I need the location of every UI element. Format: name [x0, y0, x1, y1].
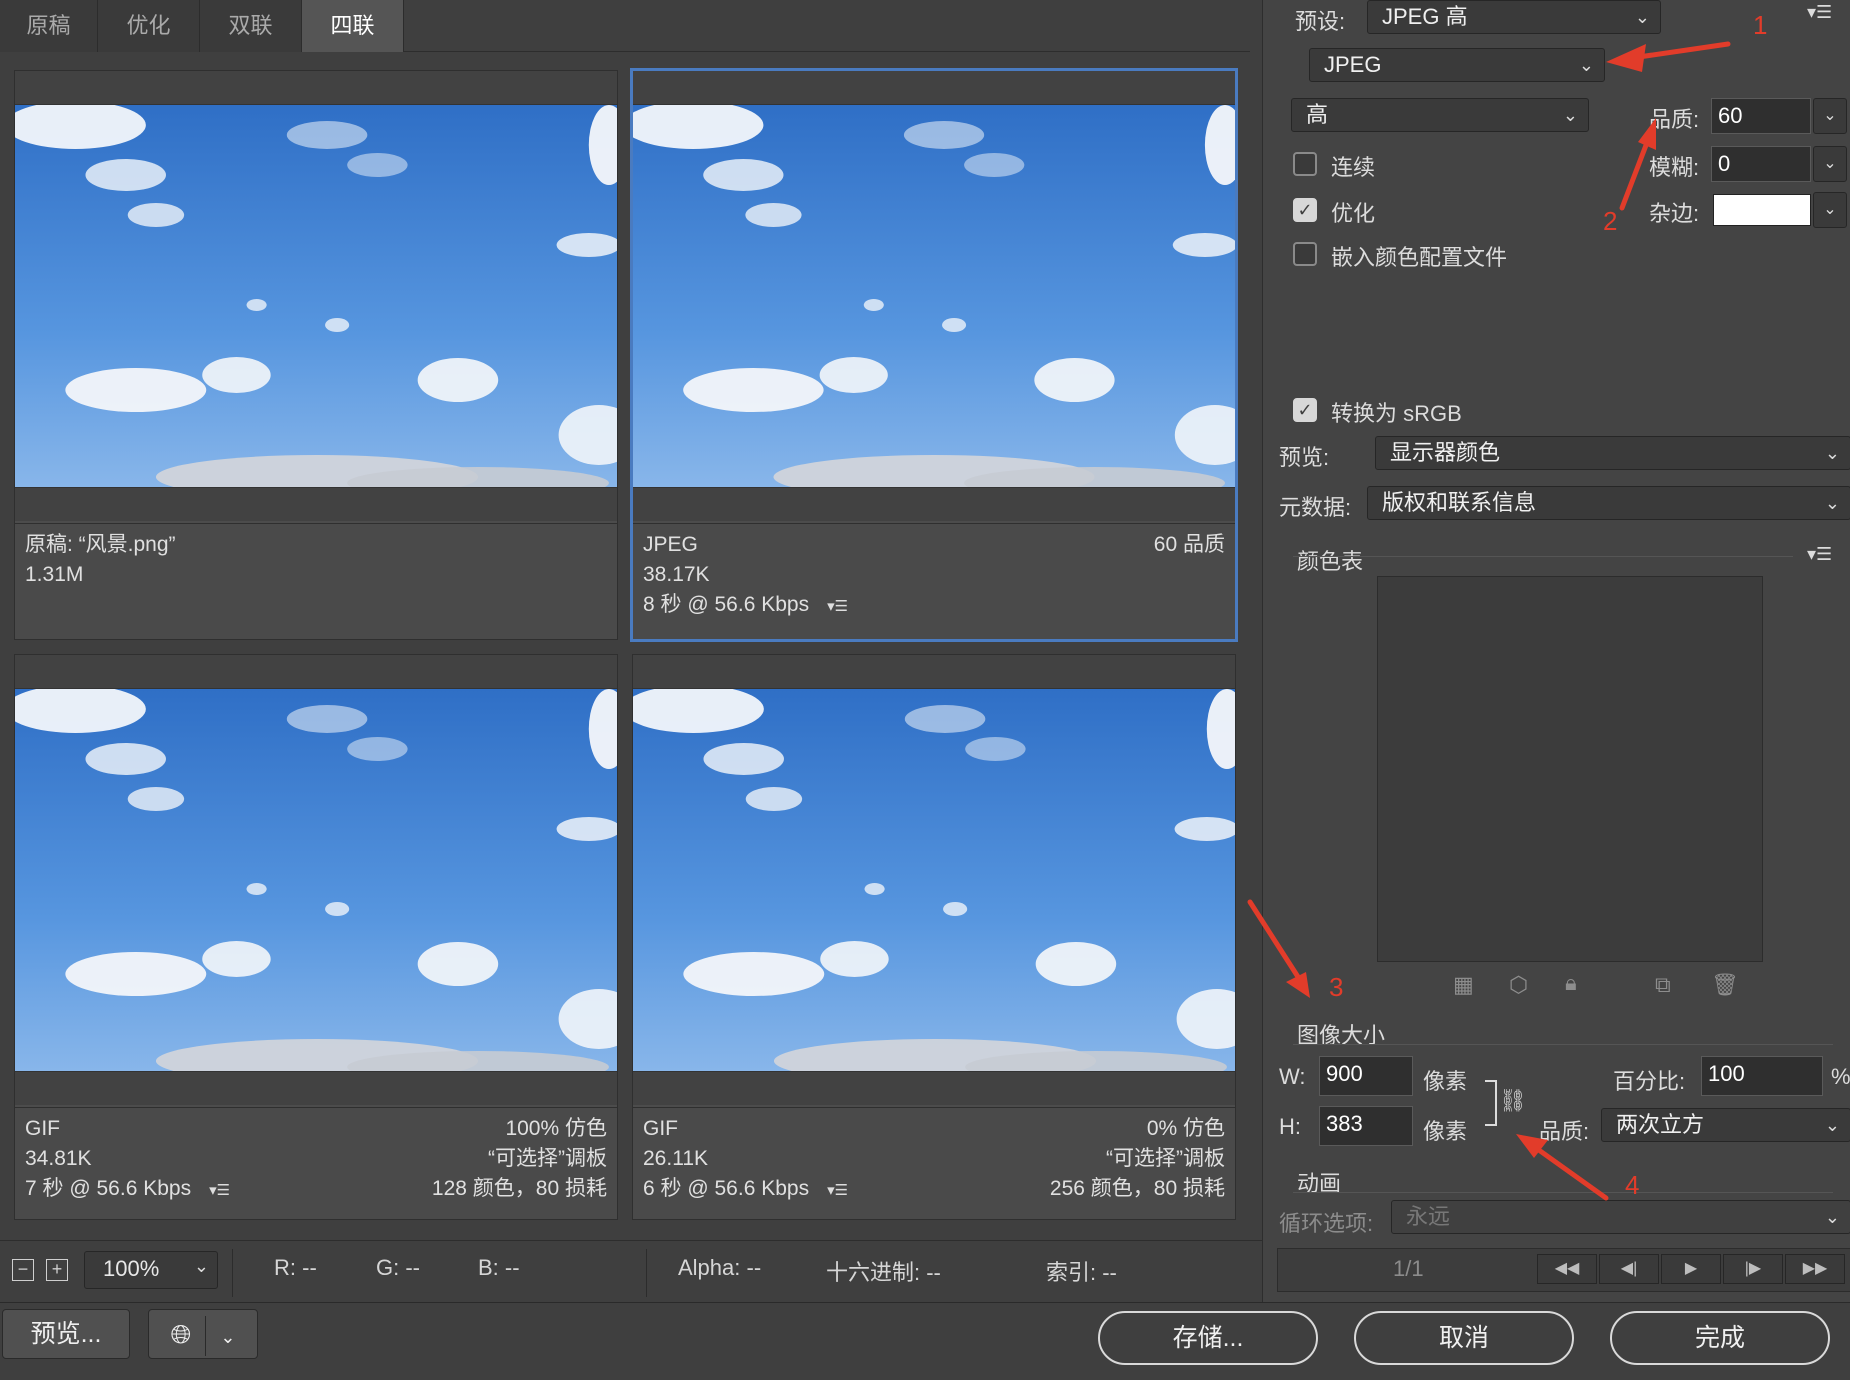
- zoom-in-icon[interactable]: +: [46, 1259, 68, 1281]
- divider: [646, 1249, 647, 1297]
- zoom-value: 100%: [103, 1256, 160, 1281]
- chevron-down-icon: ⌄: [220, 1327, 236, 1347]
- red-readout: R: --: [274, 1255, 317, 1280]
- chevron-down-icon: ⌄: [193, 1256, 209, 1276]
- globe-help-icon: 🌐︎: [170, 1319, 192, 1349]
- divider: [232, 1249, 233, 1297]
- zoom-dropdown[interactable]: 100% ⌄: [84, 1251, 218, 1289]
- done-button[interactable]: 完成: [1610, 1311, 1830, 1365]
- index-readout: 索引: --: [1046, 1260, 1117, 1285]
- hex-readout: 十六进制: --: [826, 1260, 941, 1285]
- alpha-readout: Alpha: --: [678, 1255, 762, 1280]
- zoom-out-icon[interactable]: −: [12, 1259, 34, 1281]
- cancel-button[interactable]: 取消: [1354, 1311, 1574, 1365]
- blue-readout: B: --: [478, 1255, 520, 1280]
- dialog-buttons: 预览... 🌐︎ ⌄ 存储... 取消 完成: [0, 1302, 1850, 1380]
- browser-preview-button[interactable]: 🌐︎ ⌄: [148, 1309, 258, 1359]
- annotation-arrows: [1247, 41, 1731, 1201]
- save-button[interactable]: 存储...: [1098, 1311, 1318, 1365]
- preview-button[interactable]: 预览...: [2, 1309, 130, 1359]
- green-readout: G: --: [376, 1255, 420, 1280]
- status-bar: − + 100% ⌄ R: -- G: -- B: -- Alpha: -- 十…: [0, 1240, 1262, 1302]
